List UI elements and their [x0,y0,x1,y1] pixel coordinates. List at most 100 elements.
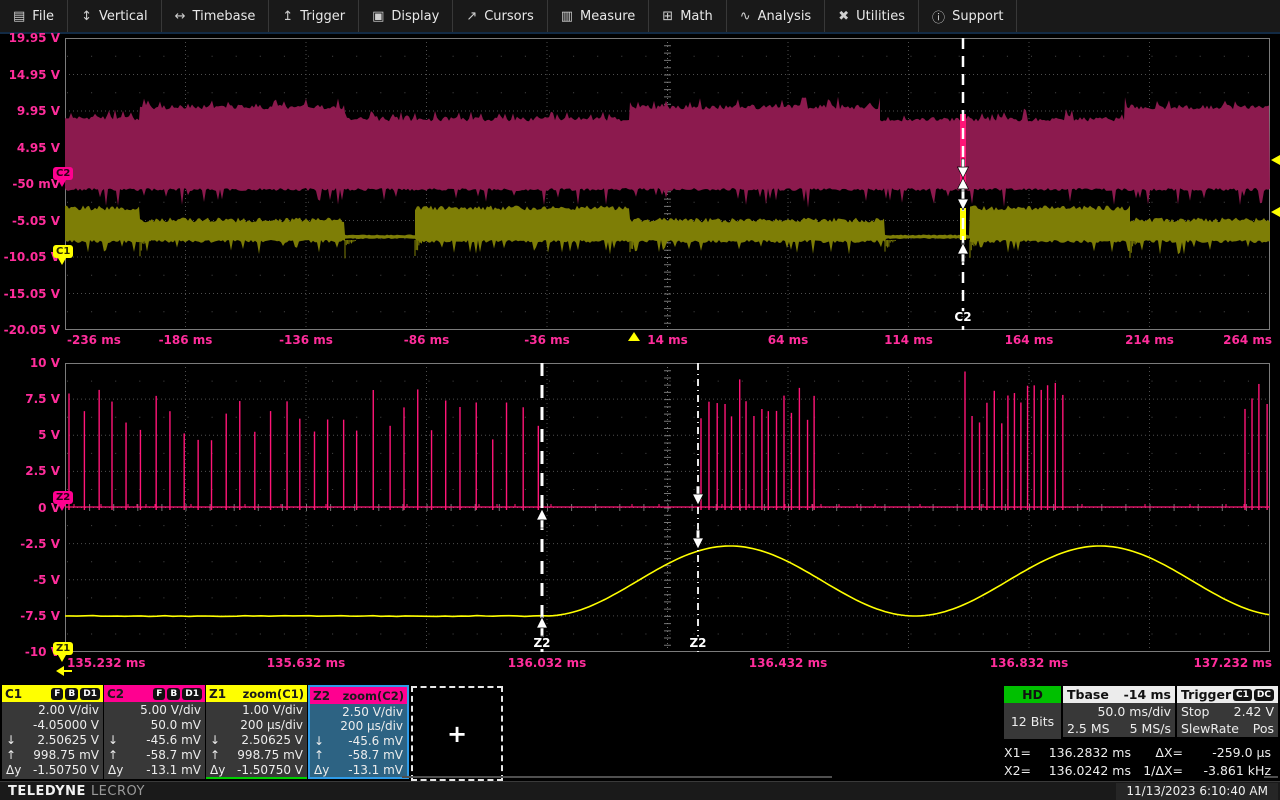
cursor-up-prefix: ↑ [314,748,324,762]
cursor-up-prefix: ↑ [108,748,118,763]
menu-item-label: Math [680,9,713,24]
cursor-up-value: -58.7 mV [348,748,403,762]
menu-item-label: Vertical [99,9,148,24]
timebase-scale: 50.0 ms/div [1097,703,1171,720]
hd-mode-box[interactable]: HD 12 Bits [1004,686,1061,739]
menu-item-trigger[interactable]: ↥Trigger [269,0,359,32]
trigger-mode: Stop [1181,703,1209,720]
delta-y-value: -13.1 mV [348,763,403,777]
cursor-down-prefix: ↓ [6,733,16,748]
measure-icon: ▥ [561,9,573,24]
channel-descriptor-c2[interactable]: C2 FBD1 5.00 V/div 50.0 mV ↓-45.6 mV ↑-5… [104,685,205,779]
trigger-time-marker-icon[interactable] [628,332,640,341]
scroll-indicator[interactable] [402,776,832,778]
y-axis-label: 5 V [0,428,60,442]
y-axis-label: -2.5 V [0,537,60,551]
menu-item-file[interactable]: ▤File [0,0,68,32]
horizontal-arrows-icon: ↔ [175,9,186,24]
x-axis-label: -186 ms [141,333,231,347]
file-icon: ▤ [13,9,25,24]
menu-item-timebase[interactable]: ↔Timebase [162,0,270,32]
datetime: 11/13/2023 6:10:40 AM [1116,783,1278,800]
cursor-pointer-icon: ↗ [466,9,477,24]
badge-d1: D1 [80,688,100,700]
offset-value: -4.05000 V [33,718,99,733]
badge-d1: D1 [182,688,202,700]
cursor-up-value: 998.75 mV [237,748,303,763]
trigger-level-marker-icon[interactable] [1271,155,1280,165]
hd-bits-value: 12 Bits [1004,703,1061,739]
x-axis-label: -36 ms [502,333,592,347]
y-axis-label: -5 V [0,573,60,587]
y-axis-label: -7.5 V [0,609,60,623]
zoom-source: zoom(C1) [243,687,304,701]
delta-y-prefix: Δy [210,763,225,778]
vdiv-value: 1.00 V/div [242,703,303,718]
x-axis-label: -86 ms [382,333,472,347]
offscreen-trigger-arrow-icon [56,666,64,676]
menu-item-math[interactable]: ⊞Math [649,0,726,32]
badge-f: F [153,688,165,700]
z1-trace[interactable] [65,546,1269,616]
c2-channel-marker[interactable]: C2 [53,167,73,180]
trigger-source-badge: C1 [1233,689,1252,701]
timebase-value: 200 µs/div [340,719,403,733]
menu-item-label: Utilities [856,9,905,24]
y-axis-label: -10 V [0,645,60,659]
zoom-source: zoom(C2) [343,689,404,703]
x-axis-label: -136 ms [261,333,351,347]
x-axis-label: 164 ms [984,333,1074,347]
zoom-descriptor-z2-selected[interactable]: Z2 zoom(C2) 2.50 V/div 200 µs/div ↓-45.6… [308,685,409,779]
menu-item-measure[interactable]: ▥ Measure [548,0,650,32]
hd-mode-title: HD [1004,686,1061,703]
x-axis-label: 136.432 ms [743,656,833,670]
vdiv-value: 2.00 V/div [38,703,99,718]
timebase-title: Tbase [1067,687,1109,702]
timebase-offset: -14 ms [1124,687,1171,702]
zoom-descriptor-z1[interactable]: Z1 zoom(C1) 1.00 V/div 200 µs/div ↓2.506… [206,685,307,779]
delta-y-prefix: Δy [6,763,21,778]
inv-dx-value: -3.861 kHz [1183,762,1271,780]
menu-item-cursors[interactable]: ↗Cursors [453,0,547,32]
cursor-up-value: 998.75 mV [33,748,99,763]
svg-text:Z2: Z2 [689,636,706,650]
c2-trace[interactable] [65,97,1270,208]
c2-offset-arrow-icon [58,180,66,187]
menu-item-label: Measure [580,9,635,24]
timebase-value: 200 µs/div [240,718,303,733]
zoom-title: Z2 [313,689,330,703]
trigger-box[interactable]: TriggerC1DC Stop2.42 V SlewRatePos [1177,686,1278,737]
menu-item-display[interactable]: ▣Display [359,0,453,32]
channel-descriptor-c1[interactable]: C1 FBD1 2.00 V/div -4.05000 V ↓2.50625 V… [2,685,103,779]
cursor-up-prefix: ↑ [210,748,220,763]
x1-value: 136.2832 ms [1037,744,1131,762]
y-axis-label: 2.5 V [0,464,60,478]
timebase-box[interactable]: Tbase-14 ms 50.0 ms/div 2.5 MS5 MS/s [1063,686,1175,737]
offscreen-trigger-arrow-tail [64,670,72,672]
channel-title: C2 [107,687,124,701]
info-icon: ⓘ [932,7,945,26]
menu-item-analysis[interactable]: ∿Analysis [727,0,825,32]
brand-teledyne: TELEDYNE [8,784,86,799]
y-axis-label: -10.05 V [0,250,60,264]
c1-offset-arrow-icon [58,258,66,265]
x-axis-label: 214 ms [1105,333,1195,347]
z1-channel-marker[interactable]: Z1 [53,642,73,655]
menu-item-utilities[interactable]: ✖Utilities [825,0,919,32]
y-axis-label: 10 V [0,356,60,370]
svg-text:C2: C2 [954,310,971,324]
cursor-down-value: 2.50625 V [241,733,303,748]
c1-channel-marker[interactable]: C1 [53,245,73,258]
level-marker-icon[interactable] [1271,207,1280,217]
dx-value: -259.0 µs [1183,744,1271,762]
add-trace-slot[interactable]: + [411,686,503,781]
analysis-chart-icon: ∿ [740,9,751,24]
trigger-coupling-badge: DC [1254,689,1274,701]
menu-item-vertical[interactable]: ↕Vertical [68,0,162,32]
cursor-down-value: -45.6 mV [348,734,403,748]
z2-offset-arrow-icon [58,504,66,511]
trigger-title: Trigger [1181,687,1231,702]
menu-item-support[interactable]: ⓘSupport [919,0,1017,32]
delta-y-value: -1.50750 V [33,763,99,778]
z2-channel-marker[interactable]: Z2 [53,491,73,504]
